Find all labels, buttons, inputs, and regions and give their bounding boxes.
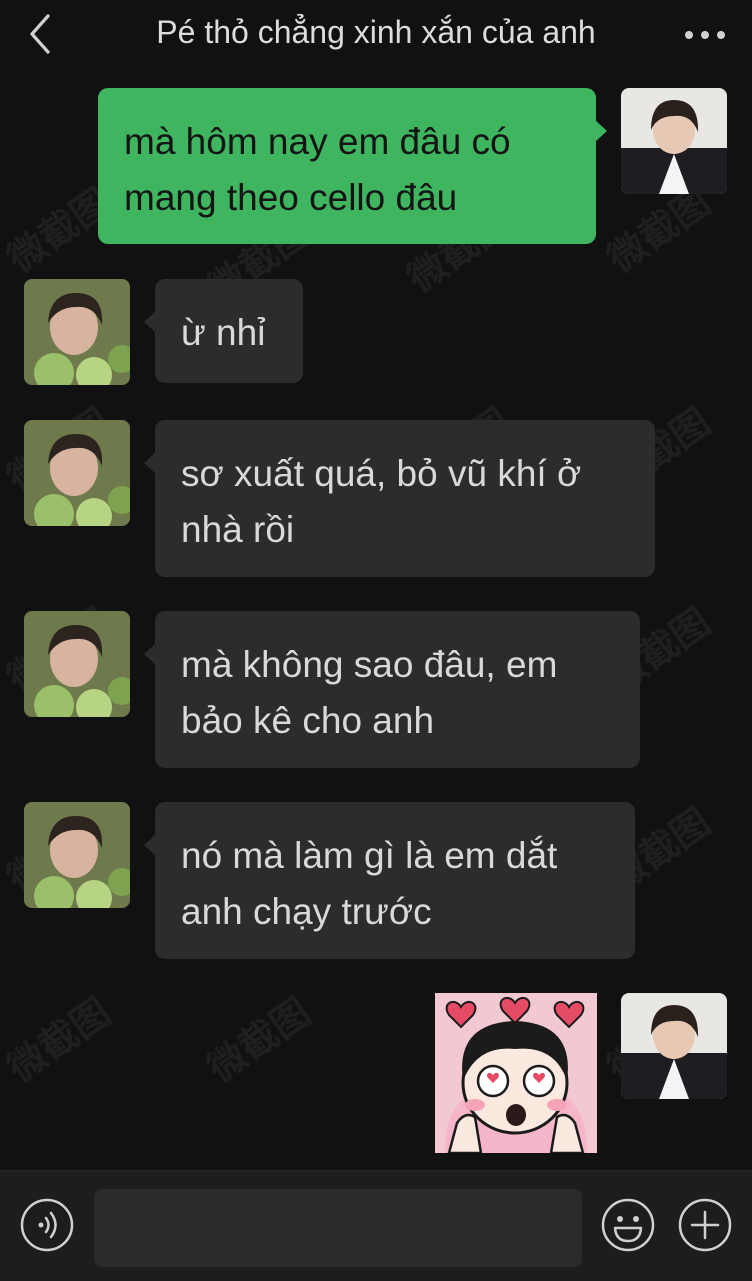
emoji-icon xyxy=(601,1198,655,1252)
more-button[interactable] xyxy=(680,20,730,50)
plus-icon xyxy=(678,1198,732,1252)
bubble-tail xyxy=(144,834,156,856)
avatar-image-contact xyxy=(24,420,130,526)
bubble-tail xyxy=(595,120,607,142)
message-bubble-incoming[interactable]: ừ nhỉ xyxy=(144,279,303,383)
bubble-tail xyxy=(144,452,156,474)
bubble-tail xyxy=(144,643,156,665)
avatar-image-self xyxy=(621,993,727,1099)
heart-eyes-girl-sticker[interactable] xyxy=(435,993,597,1153)
bubble-tail xyxy=(144,311,156,333)
voice-button[interactable] xyxy=(19,1197,75,1253)
avatar-image-contact xyxy=(24,279,130,385)
contact-avatar[interactable] xyxy=(24,611,130,717)
avatar-image-self xyxy=(621,88,727,194)
avatar-image-contact xyxy=(24,802,130,908)
contact-avatar[interactable] xyxy=(24,420,130,526)
chat-title: Pé thỏ chẳng xinh xắn của anh xyxy=(156,14,596,50)
contact-avatar[interactable] xyxy=(24,279,130,385)
message-text: ừ nhỉ xyxy=(181,312,266,353)
message-text: mà không sao đâu, em bảo kê cho anh xyxy=(181,644,558,741)
message-text: nó mà làm gì là em dắt anh chạy trước xyxy=(181,835,558,932)
message-text: mà hôm nay em đâu có mang theo cello đâu xyxy=(124,121,511,218)
message-bubble-outgoing[interactable]: mà hôm nay em đâu có mang theo cello đâu xyxy=(98,88,607,244)
my-avatar[interactable] xyxy=(621,88,727,194)
watermark: 微截图 xyxy=(200,991,319,1092)
message-bubble-incoming[interactable]: sơ xuất quá, bỏ vũ khí ở nhà rồi xyxy=(144,420,655,577)
more-dots-icon xyxy=(685,31,725,39)
more-actions-button[interactable] xyxy=(677,1197,733,1253)
contact-avatar[interactable] xyxy=(24,802,130,908)
chat-header: Pé thỏ chẳng xinh xắn của anh xyxy=(0,0,752,70)
message-bubble-incoming[interactable]: mà không sao đâu, em bảo kê cho anh xyxy=(144,611,640,768)
emoji-button[interactable] xyxy=(600,1197,656,1253)
sticker-image xyxy=(435,993,597,1153)
voice-icon xyxy=(20,1198,74,1252)
chat-input-bar xyxy=(0,1170,752,1281)
my-avatar[interactable] xyxy=(621,993,727,1099)
watermark: 微截图 xyxy=(0,991,119,1092)
message-bubble-incoming[interactable]: nó mà làm gì là em dắt anh chạy trước xyxy=(144,802,635,959)
message-text: sơ xuất quá, bỏ vũ khí ở nhà rồi xyxy=(181,453,582,550)
avatar-image-contact xyxy=(24,611,130,717)
message-input[interactable] xyxy=(94,1189,582,1267)
chat-screen: 微截图 微截图 微截图 微截图 微截图 微截图 微截图 微截图 微截图 微截图 … xyxy=(0,0,752,1281)
